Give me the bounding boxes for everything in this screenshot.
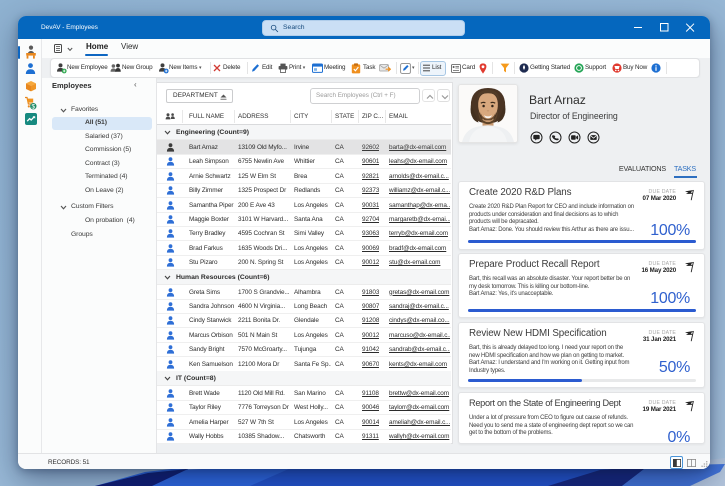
svg-text:$: $	[31, 104, 35, 110]
